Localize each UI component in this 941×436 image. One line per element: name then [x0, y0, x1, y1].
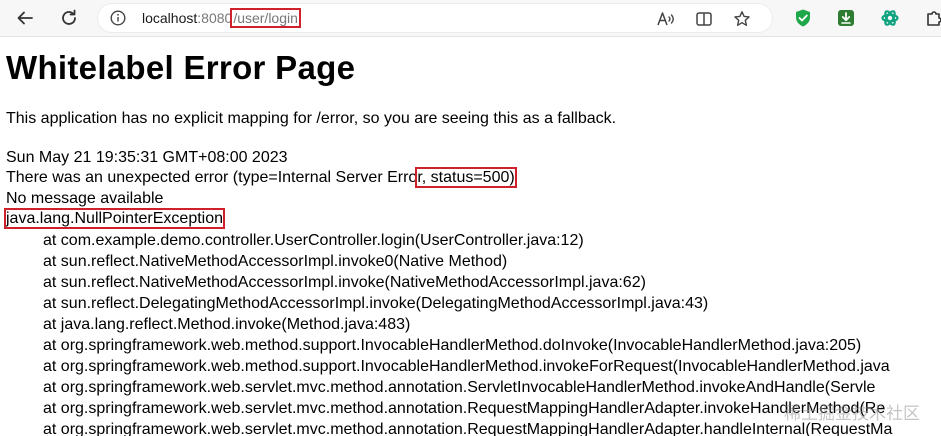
stack-frame: at org.springframework.web.servlet.mvc.m… — [43, 400, 886, 417]
stack-frame: at org.springframework.web.method.suppor… — [43, 337, 862, 354]
url-port: :8080 — [197, 10, 233, 26]
reload-button[interactable] — [55, 4, 83, 32]
favorite-star-icon — [734, 11, 750, 26]
stack-frame: at sun.reflect.NativeMethodAccessorImpl.… — [43, 253, 508, 270]
description-text: This application has no explicit mapping… — [6, 110, 617, 127]
url-path: /user/login — [230, 8, 301, 28]
page-title: Whitelabel Error Page — [6, 49, 356, 86]
reload-icon — [62, 9, 76, 25]
address-bar[interactable]: localhost:8080/user/login — [97, 3, 773, 33]
watermark: 稀土掘金技术社区 — [784, 404, 920, 423]
shield-extension-icon[interactable] — [793, 8, 813, 28]
read-aloud-button[interactable] — [656, 9, 676, 29]
download-extension-icon[interactable] — [836, 8, 856, 28]
stack-frame: at org.springframework.web.servlet.mvc.m… — [43, 421, 893, 436]
stack-trace: at com.example.demo.controller.UserContr… — [43, 230, 892, 436]
reading-view-button[interactable] — [694, 9, 714, 29]
read-aloud-icon — [657, 12, 674, 26]
extensions-puzzle-icon[interactable] — [924, 8, 941, 28]
info-icon[interactable] — [110, 10, 126, 26]
error-type-text: There was an unexpected error (type=Inte… — [6, 169, 418, 186]
stack-frame: at sun.reflect.NativeMethodAccessorImpl.… — [43, 274, 646, 291]
exception-line: java.lang.NullPointerException — [3, 208, 226, 229]
error-line: There was an unexpected error (type=Inte… — [6, 167, 517, 188]
timestamp-text: Sun May 21 19:35:31 GMT+08:00 2023 — [6, 149, 288, 166]
stack-frame: at com.example.demo.controller.UserContr… — [43, 232, 584, 249]
back-button[interactable] — [11, 4, 39, 32]
back-arrow-icon — [17, 11, 33, 25]
url-host: localhost — [142, 10, 198, 26]
url-text[interactable]: localhost:8080/user/login — [142, 8, 301, 28]
stack-frame: at org.springframework.web.method.suppor… — [43, 358, 890, 375]
favorite-button[interactable] — [732, 9, 752, 29]
error-status-text: r, status=500) — [415, 167, 517, 188]
stack-frame: at org.springframework.web.servlet.mvc.m… — [43, 379, 876, 396]
browser-toolbar: localhost:8080/user/login — [0, 0, 941, 37]
message-text: No message available — [6, 190, 164, 207]
stack-frame: at sun.reflect.DelegatingMethodAccessorI… — [43, 295, 709, 312]
reading-view-icon — [696, 12, 712, 26]
chatgpt-extension-icon[interactable] — [880, 8, 900, 28]
exception-text: java.lang.NullPointerException — [3, 208, 226, 229]
stack-frame: at java.lang.reflect.Method.invoke(Metho… — [43, 316, 411, 333]
